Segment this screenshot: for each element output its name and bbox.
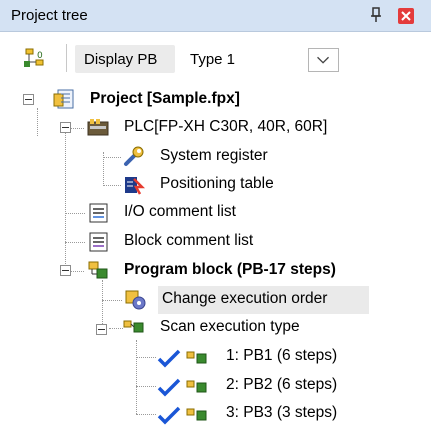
- checkmark-icon: [157, 378, 181, 397]
- tree-line: [70, 271, 84, 272]
- tree-line: [136, 414, 156, 415]
- collapse-toggle[interactable]: [96, 324, 107, 335]
- tree-item-pb2[interactable]: 2: PB2 (6 steps): [226, 376, 337, 394]
- tree-item-positioning-table[interactable]: Positioning table: [160, 175, 274, 193]
- tree-line: [103, 185, 121, 186]
- type-dropdown-button[interactable]: [308, 48, 339, 72]
- network-icon[interactable]: 0: [24, 47, 48, 69]
- collapse-toggle[interactable]: [60, 122, 71, 133]
- tree-item-project[interactable]: Project [Sample.fpx]: [90, 90, 240, 108]
- tree-line: [102, 300, 122, 301]
- checkmark-icon: [157, 406, 181, 425]
- tree-item-pb1[interactable]: 1: PB1 (6 steps): [226, 347, 337, 365]
- chevron-down-icon: [317, 56, 329, 64]
- gear-icon: [125, 290, 146, 310]
- collapse-toggle[interactable]: [23, 94, 34, 105]
- list-icon: [89, 232, 108, 252]
- tree-line: [65, 213, 85, 214]
- toolbar-separator: [66, 44, 67, 72]
- tree-item-change-execution-order[interactable]: Change execution order: [162, 290, 327, 308]
- program-block-icon: [123, 320, 144, 333]
- panel-title: Project tree: [11, 7, 88, 24]
- type-select-value[interactable]: Type 1: [190, 51, 235, 68]
- tree-line: [102, 280, 103, 330]
- positioning-table-icon: [125, 177, 146, 195]
- list-icon: [89, 203, 108, 223]
- panel-title-bar: Project tree: [0, 0, 431, 32]
- tree-line: [136, 357, 156, 358]
- tree-item-program-block[interactable]: Program block (PB-17 steps): [124, 261, 336, 279]
- program-block-icon: [186, 351, 207, 364]
- program-block-icon: [186, 408, 207, 421]
- tree-item-block-comment-list[interactable]: Block comment list: [124, 232, 253, 250]
- tree-line: [65, 242, 85, 243]
- tree-line: [136, 386, 156, 387]
- close-button[interactable]: [398, 8, 414, 24]
- checkmark-icon: [157, 349, 181, 368]
- tree-item-scan-execution-type[interactable]: Scan execution type: [160, 318, 300, 336]
- collapse-toggle[interactable]: [60, 265, 71, 276]
- tree-line: [136, 340, 137, 414]
- plc-icon: [87, 119, 109, 136]
- tree-line: [65, 128, 66, 274]
- tree-line: [37, 108, 38, 136]
- tree-item-system-register[interactable]: System register: [160, 147, 268, 165]
- pin-icon[interactable]: [369, 7, 383, 23]
- svg-text:0: 0: [37, 51, 43, 61]
- wrench-icon: [124, 146, 144, 166]
- display-pb-button[interactable]: Display PB: [75, 45, 175, 73]
- program-block-icon: [88, 261, 108, 279]
- tree-item-plc[interactable]: PLC[FP-XH C30R, 40R, 60R]: [124, 118, 327, 136]
- close-icon: [401, 11, 411, 21]
- tree-item-io-comment-list[interactable]: I/O comment list: [124, 203, 236, 221]
- tree-line: [109, 328, 123, 329]
- project-icon: [53, 89, 74, 109]
- tree-line: [70, 128, 84, 129]
- display-pb-label: Display PB: [84, 51, 158, 68]
- tree-item-pb3[interactable]: 3: PB3 (3 steps): [226, 404, 337, 422]
- program-block-icon: [186, 380, 207, 393]
- tree-line: [103, 157, 121, 158]
